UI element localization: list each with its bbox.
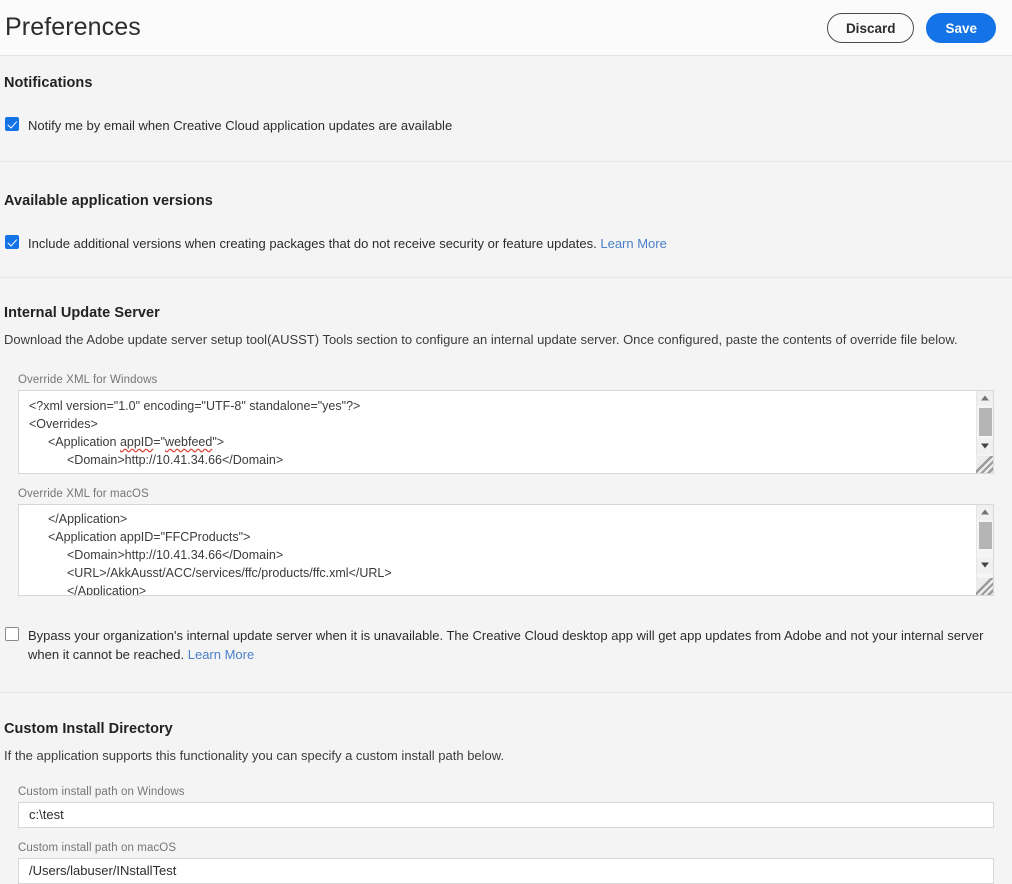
internal-update-server-description: Download the Adobe update server setup t… [4, 332, 958, 347]
scroll-up-arrow-icon[interactable] [977, 504, 993, 520]
custom-install-path-macos-label: Custom install path on macOS [18, 841, 177, 854]
discard-button[interactable]: Discard [826, 12, 915, 43]
xml-mac-line-4: </Application> [67, 583, 147, 596]
section-internal-update-server: Internal Update Server Download the Adob… [0, 278, 1012, 665]
xml-win-line-2-suffix: "> [212, 434, 225, 449]
notify-email-label: Notify me by email when Creative Cloud a… [28, 118, 453, 133]
custom-install-path-windows-input[interactable]: c:\test [18, 801, 994, 828]
scrollbar-thumb[interactable] [979, 407, 992, 436]
custom-install-directory-description: If the application supports this functio… [4, 747, 505, 763]
notify-email-row[interactable]: Notify me by email when Creative Cloud a… [4, 116, 1008, 136]
xml-win-line-2-webfeed: webfeed [165, 434, 213, 449]
include-additional-versions-label: Include additional versions when creatin… [28, 234, 667, 254]
xml-mac-line-2: <Domain>http://10.41.34.66</Domain> [67, 547, 284, 562]
scroll-down-arrow-icon[interactable] [977, 438, 993, 454]
xml-win-line-1: <Overrides> [29, 416, 98, 431]
scroll-down-arrow-icon[interactable] [977, 557, 993, 573]
internal-update-server-title: Internal Update Server [4, 305, 160, 321]
bypass-update-server-label: Bypass your organization's internal upda… [28, 626, 986, 665]
bypass-learn-more-link[interactable]: Learn More [188, 647, 254, 662]
page-header: Preferences Discard Save [0, 0, 1012, 56]
available-versions-title: Available application versions [4, 192, 213, 209]
notifications-title: Notifications [4, 75, 93, 91]
xml-win-line-3: <Domain>http://10.41.34.66</Domain> [67, 452, 284, 467]
section-custom-install-directory: Custom Install Directory If the applicat… [0, 693, 1012, 884]
include-additional-versions-row[interactable]: Include additional versions when creatin… [4, 234, 1008, 254]
override-xml-macos-textarea[interactable]: </Application> <Application appID="FFCPr… [18, 503, 994, 596]
override-xml-macos-content[interactable]: </Application> <Application appID="FFCPr… [19, 505, 993, 596]
override-xml-windows-content[interactable]: <?xml version="1.0" encoding="UTF-8" sta… [19, 391, 993, 469]
xml-mac-line-0: </Application> [48, 511, 128, 526]
textarea-resize-grip[interactable] [976, 455, 993, 473]
xml-win-line-2-wrap: <Application appID="webfeed"> [29, 433, 224, 451]
section-notifications: Notifications Notify me by email when Cr… [0, 56, 1012, 136]
bypass-update-server-checkbox[interactable] [5, 626, 19, 641]
override-xml-windows-label: Override XML for Windows [18, 373, 158, 386]
scrollbar-thumb[interactable] [979, 521, 992, 549]
xml-mac-line-1: <Application appID="FFCProducts"> [48, 529, 251, 544]
bypass-update-server-row[interactable]: Bypass your organization's internal upda… [4, 626, 1008, 665]
notify-email-checkbox[interactable] [5, 117, 19, 131]
header-actions: Discard Save [826, 12, 996, 43]
xml-win-line-2-prefix: <Application [48, 434, 120, 449]
override-xml-macos-label: Override XML for macOS [18, 487, 149, 500]
available-versions-learn-more-link[interactable]: Learn More [600, 236, 666, 251]
page-title: Preferences [5, 13, 141, 41]
xml-win-line-2-appid: appID [119, 434, 154, 449]
xml-win-line-2-eq: =" [153, 434, 166, 449]
include-additional-versions-checkbox[interactable] [5, 234, 19, 249]
custom-install-path-windows-label: Custom install path on Windows [18, 785, 185, 798]
xml-mac-line-3: <URL>/AkkAusst/ACC/services/ffc/products… [67, 565, 392, 580]
textarea-resize-grip[interactable] [976, 577, 993, 595]
include-additional-versions-text: Include additional versions when creatin… [28, 235, 597, 251]
custom-install-directory-title: Custom Install Directory [4, 720, 173, 737]
save-button[interactable]: Save [926, 12, 996, 43]
scroll-up-arrow-icon[interactable] [977, 390, 993, 406]
xml-win-line-0: <?xml version="1.0" encoding="UTF-8" sta… [29, 398, 361, 413]
custom-install-path-macos-input[interactable]: /Users/labuser/INstallTest [18, 857, 994, 884]
override-xml-windows-textarea[interactable]: <?xml version="1.0" encoding="UTF-8" sta… [18, 389, 994, 474]
section-available-versions: Available application versions Include a… [0, 162, 1012, 254]
bypass-update-server-text: Bypass your organization's internal upda… [28, 627, 984, 663]
